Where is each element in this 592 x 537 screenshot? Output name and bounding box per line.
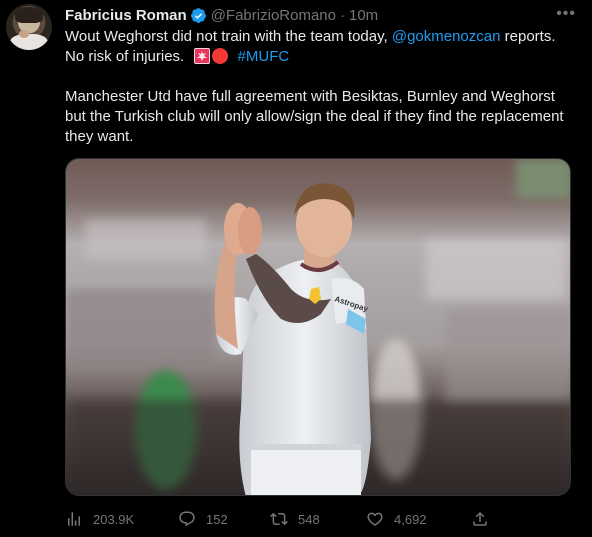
views-button[interactable]: 203.9K (65, 510, 134, 528)
reply-count: 152 (206, 511, 228, 527)
more-icon[interactable]: ••• (556, 5, 576, 23)
retweet-button[interactable]: 548 (270, 510, 320, 528)
tweet-line1-suffix: reports. (504, 28, 556, 45)
views-icon (68, 512, 80, 526)
reply-button[interactable]: 152 (178, 510, 228, 528)
like-button[interactable]: 4,692 (366, 510, 427, 528)
tweet-photo[interactable]: Astropay (65, 158, 571, 496)
tweet-paragraph-2: Manchester Utd have full agreement with … (65, 88, 564, 145)
tweet-line1: Wout Weghorst did not train with the tea… (65, 28, 388, 45)
retweet-count: 548 (298, 511, 320, 527)
tweet-line2: No risk of injuries. (65, 48, 185, 65)
verified-badge-icon (190, 7, 206, 23)
like-count: 4,692 (394, 511, 427, 527)
mention-link[interactable]: @gokmenozcan (392, 28, 501, 45)
hashtag-link[interactable]: #MUFC (238, 48, 290, 65)
reply-icon (179, 511, 195, 527)
tweet-header: Fabricius Roman @FabrizioRomano · 10m ••… (65, 5, 576, 25)
author-name[interactable]: Fabricius Roman (65, 7, 187, 24)
photo-scene: Astropay (66, 159, 570, 495)
share-icon (473, 511, 487, 526)
timestamp[interactable]: 10m (349, 7, 378, 24)
separator: · (339, 6, 345, 24)
tweet-actions: 203.9K 152 548 4,692 (65, 508, 495, 530)
red-circle-emoji-icon (212, 48, 229, 64)
share-button[interactable] (471, 510, 489, 528)
tweet-text: Wout Weghorst did not train with the tea… (65, 27, 577, 147)
like-icon (367, 512, 383, 526)
author-handle[interactable]: @FabrizioRomano (211, 7, 336, 24)
tweet[interactable]: Fabricius Roman @FabrizioRomano · 10m ••… (0, 0, 592, 537)
siren-emoji-icon (194, 48, 211, 64)
views-count: 203.9K (93, 511, 135, 527)
avatar[interactable] (6, 4, 52, 50)
retweet-icon (270, 512, 288, 526)
